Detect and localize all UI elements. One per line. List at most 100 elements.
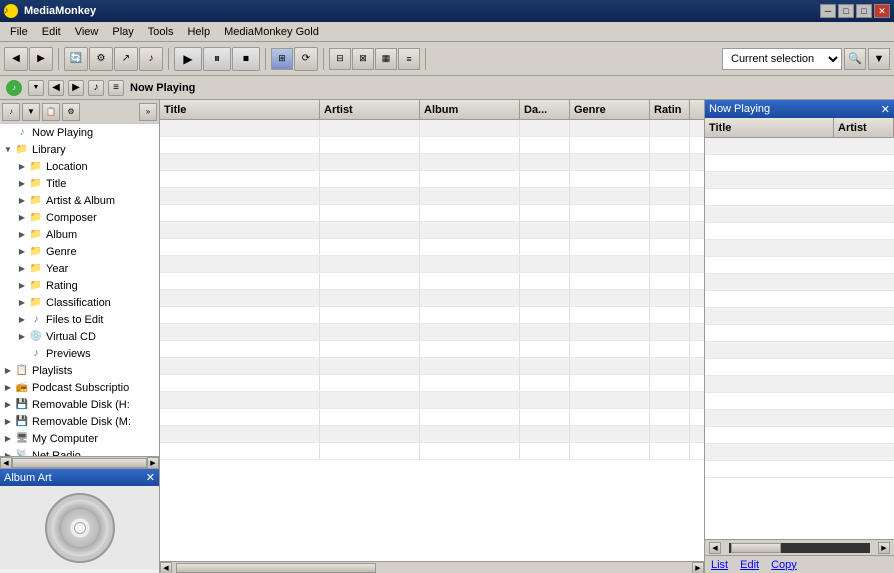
stop-button[interactable]: ⏹ [232, 47, 260, 71]
sidebar-item-playlists[interactable]: ▶ 📋 Playlists [0, 362, 159, 379]
label-classification: Classification [46, 297, 111, 309]
restore-button[interactable]: □ [838, 4, 854, 18]
sidebar-item-now-playing[interactable]: ♪ Now Playing [0, 124, 159, 141]
cell [520, 307, 570, 323]
cell [420, 205, 520, 221]
icon-artist-album: 📁 [29, 194, 43, 208]
menu-tools[interactable]: Tools [142, 24, 180, 40]
sidebar-item-previews[interactable]: ♪ Previews [0, 345, 159, 362]
pause-button[interactable]: ⏸ [203, 47, 231, 71]
maximize-button[interactable]: □ [856, 4, 872, 18]
sidebar-item-rating[interactable]: ▶ 📁 Rating [0, 277, 159, 294]
np-list-link[interactable]: List [711, 559, 728, 571]
cell [160, 341, 320, 357]
np-scroll-left[interactable]: ◀ [709, 542, 721, 554]
cell [650, 324, 690, 340]
menu-file[interactable]: File [4, 24, 34, 40]
view-grid-button[interactable]: ⊞ [271, 48, 293, 70]
sidebar-item-removable-h[interactable]: ▶ 💾 Removable Disk (H: [0, 396, 159, 413]
sidebar-scroll-left[interactable]: ◀ [0, 457, 12, 469]
expander-my-computer: ▶ [2, 433, 14, 445]
cell [320, 290, 420, 306]
back-button[interactable]: ◀ [4, 47, 28, 71]
menu-view[interactable]: View [69, 24, 105, 40]
sidebar-tool-1[interactable]: ♪ [2, 103, 20, 121]
sidebar-scroll-right[interactable]: ▶ [147, 457, 159, 469]
np-btn3[interactable]: ♪ [88, 80, 104, 96]
sidebar-item-composer[interactable]: ▶ 📁 Composer [0, 209, 159, 226]
table-row [160, 256, 704, 273]
close-button[interactable]: ✕ [874, 4, 890, 18]
sidebar-item-classification[interactable]: ▶ 📁 Classification [0, 294, 159, 311]
title-bar-controls[interactable]: ─ □ □ ✕ [820, 4, 890, 18]
layout-btn3[interactable]: ▦ [375, 48, 397, 70]
view-buttons: ⊞ ⟳ [271, 47, 318, 71]
mm-btn2[interactable]: ⚙ [89, 47, 113, 71]
now-playing-panel: Now Playing ✕ Title Artist [704, 100, 894, 573]
track-scroll-right[interactable]: ▶ [692, 562, 704, 573]
sidebar-item-removable-m[interactable]: ▶ 💾 Removable Disk (M: [0, 413, 159, 430]
forward-button[interactable]: ▶ [29, 47, 53, 71]
search-button[interactable]: 🔍 [844, 48, 866, 70]
layout-btn4[interactable]: ≡ [398, 48, 420, 70]
np-scroll-track[interactable] [729, 543, 870, 553]
cell [570, 290, 650, 306]
mm-btn4[interactable]: ♪ [139, 47, 163, 71]
sidebar-tool-4[interactable]: ⚙ [62, 103, 80, 121]
sidebar-item-library[interactable]: ▼ 📁 Library [0, 141, 159, 158]
np-btn2[interactable]: ▶ [68, 80, 84, 96]
right-panel: Title Artist Album Da... Genre [160, 100, 894, 573]
search-options-button[interactable]: ▼ [868, 48, 890, 70]
sidebar-item-genre[interactable]: ▶ 📁 Genre [0, 243, 159, 260]
cell [520, 409, 570, 425]
np-btn1[interactable]: ◀ [48, 80, 64, 96]
label-playlists: Playlists [32, 365, 72, 377]
np-dropdown[interactable]: ▼ [28, 80, 44, 96]
track-scroll-thumb[interactable] [176, 563, 376, 573]
minimize-button[interactable]: ─ [820, 4, 836, 18]
sidebar-hscroll[interactable]: ◀ ▶ [0, 456, 159, 468]
sidebar-item-year[interactable]: ▶ 📁 Year [0, 260, 159, 277]
sync-button[interactable]: ⟳ [294, 47, 318, 71]
toolbar: ◀ ▶ 🔄 ⚙ ↗ ♪ ▶ ⏸ ⏹ ⊞ ⟳ ⊟ ⊠ ▦ ≡ Current se… [0, 42, 894, 76]
np-scroll-right[interactable]: ▶ [878, 542, 890, 554]
cell [420, 358, 520, 374]
menu-edit[interactable]: Edit [36, 24, 67, 40]
track-scroll-left[interactable]: ◀ [160, 562, 172, 573]
sidebar-collapse[interactable]: » [139, 103, 157, 121]
layout-btn2[interactable]: ⊠ [352, 48, 374, 70]
layout-btn1[interactable]: ⊟ [329, 48, 351, 70]
cell [320, 154, 420, 170]
play-button[interactable]: ▶ [174, 47, 202, 71]
sidebar-hscroll-thumb[interactable] [12, 458, 147, 468]
mm-btn3[interactable]: ↗ [114, 47, 138, 71]
np-edit-link[interactable]: Edit [740, 559, 759, 571]
menu-gold[interactable]: MediaMonkey Gold [218, 24, 325, 40]
sidebar-item-files-to-edit[interactable]: ▶ ♪ Files to Edit [0, 311, 159, 328]
table-row [160, 375, 704, 392]
album-art-close[interactable]: ✕ [146, 471, 155, 484]
sidebar-item-title[interactable]: ▶ 📁 Title [0, 175, 159, 192]
current-selection-dropdown[interactable]: Current selection [722, 48, 842, 70]
cell [570, 358, 650, 374]
np-btn4[interactable]: ≡ [108, 80, 124, 96]
menu-help[interactable]: Help [181, 24, 216, 40]
mm-btn1[interactable]: 🔄 [64, 47, 88, 71]
track-scroll-track[interactable] [172, 562, 692, 573]
menu-play[interactable]: Play [106, 24, 139, 40]
sidebar-tool-2[interactable]: ▼ [22, 103, 40, 121]
np-close-btn[interactable]: ✕ [881, 103, 890, 116]
sidebar-item-podcast[interactable]: ▶ 📻 Podcast Subscriptio [0, 379, 159, 396]
sidebar-item-net-radio[interactable]: ▶ 📡 Net Radio [0, 447, 159, 456]
sidebar-item-my-computer[interactable]: ▶ 🖥 My Computer [0, 430, 159, 447]
sidebar-item-virtual-cd[interactable]: ▶ 💿 Virtual CD [0, 328, 159, 345]
sidebar-item-location[interactable]: ▶ 📁 Location [0, 158, 159, 175]
track-hscroll[interactable]: ◀ ▶ [160, 561, 704, 573]
album-art-title: Album Art ✕ [0, 469, 159, 486]
np-copy-link[interactable]: Copy [771, 559, 797, 571]
sidebar-item-album[interactable]: ▶ 📁 Album [0, 226, 159, 243]
sidebar-item-artist-album[interactable]: ▶ 📁 Artist & Album [0, 192, 159, 209]
np-scroll-thumb[interactable] [731, 543, 781, 553]
table-row [160, 239, 704, 256]
sidebar-tool-3[interactable]: 📋 [42, 103, 60, 121]
